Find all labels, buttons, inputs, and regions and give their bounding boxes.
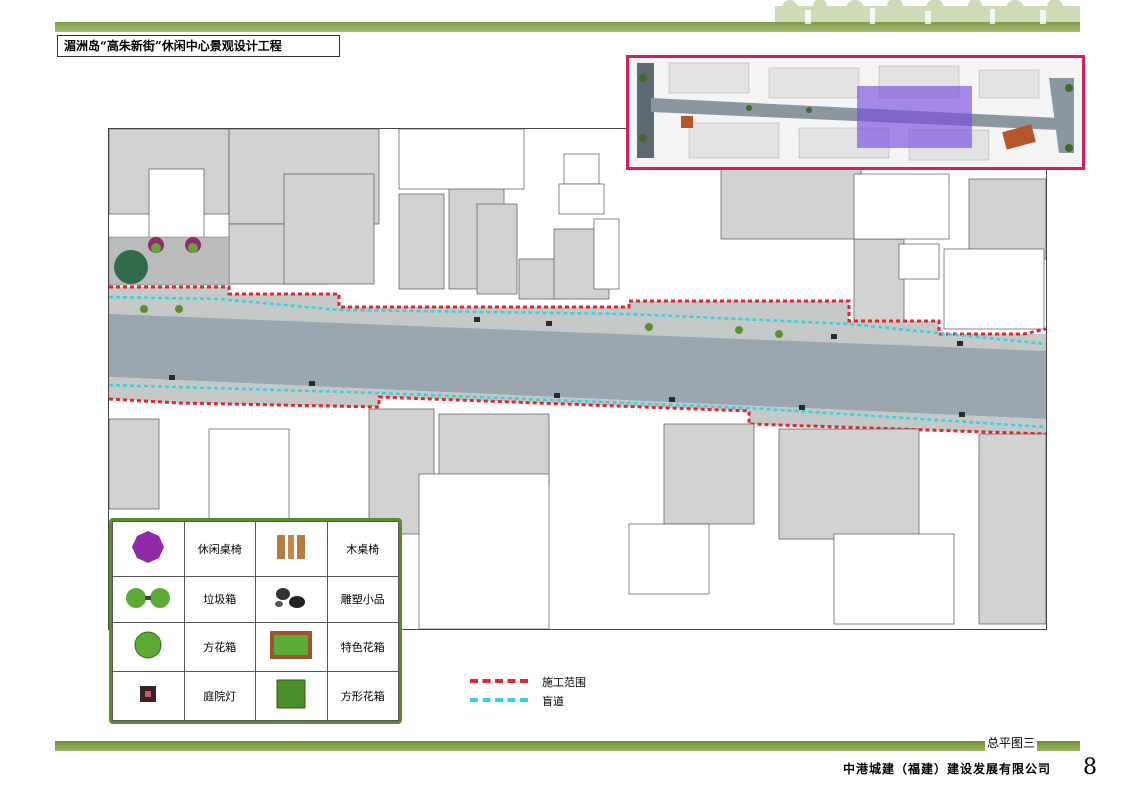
legend-label: 盲道 (542, 695, 564, 708)
legend-label: 休闲桌椅 (183, 521, 256, 577)
legend-label: 施工范围 (542, 676, 586, 689)
symbol-legend: 休闲桌椅 木桌椅 垃圾箱 雕塑小品 方花箱 特色花箱 庭院灯 方形花箱 (109, 518, 402, 724)
wooden-bench-icon (255, 521, 328, 577)
drawing-title: 总平图三 (985, 734, 1038, 751)
square-planter-icon (255, 670, 328, 722)
legend-label: 垃圾箱 (183, 575, 256, 623)
legend-label: 雕塑小品 (326, 575, 399, 623)
footer-bar (55, 741, 1080, 751)
feature-planter-icon (255, 621, 328, 672)
umbrella-table-icon (112, 521, 185, 577)
legend-label: 木桌椅 (326, 521, 399, 577)
cyan-dash-icon (470, 698, 528, 702)
round-planter-icon (112, 621, 185, 672)
sculpture-icon (255, 575, 328, 623)
trash-bin-icon (112, 575, 185, 623)
page-number: 8 (1083, 755, 1097, 780)
courtyard-lamp-icon (112, 670, 185, 722)
project-title: 湄洲岛“高朱新街”休闲中心景观设计工程 (57, 35, 340, 57)
company-name: 中港城建（福建）建设发展有限公司 (843, 762, 1052, 776)
foliage-decoration (775, 0, 1080, 24)
key-map (626, 55, 1085, 170)
legend-label: 特色花箱 (326, 621, 399, 672)
red-dash-icon (470, 679, 528, 683)
legend-label: 方形花箱 (326, 670, 399, 722)
legend-label: 庭院灯 (183, 670, 256, 722)
line-legend: 施工范围 盲道 (470, 674, 630, 714)
construction-range-legend: 施工范围 (470, 674, 630, 689)
legend-label: 方花箱 (183, 621, 256, 672)
tactile-path-legend: 盲道 (470, 693, 630, 708)
